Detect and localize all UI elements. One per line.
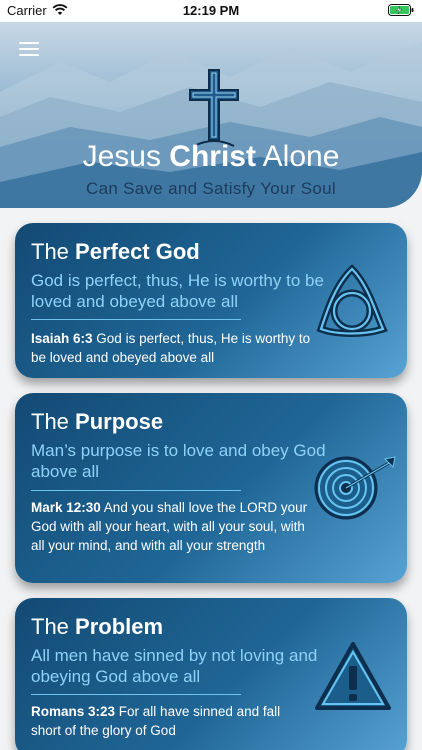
hero-subtitle: Can Save and Satisfy Your Soul bbox=[86, 179, 336, 198]
hero-title: Jesus Christ Alone bbox=[0, 140, 422, 174]
trinity-knot-icon bbox=[316, 264, 388, 337]
card-divider bbox=[31, 319, 241, 320]
hero-banner: Jesus Christ Alone Can Save and Satisfy … bbox=[0, 22, 422, 208]
hamburger-line bbox=[19, 54, 39, 56]
status-bar: Carrier 12:19 PM bbox=[0, 0, 422, 22]
card-lead: Man’s purpose is to love and obey God ab… bbox=[31, 441, 326, 481]
cross-icon bbox=[189, 69, 239, 147]
hero-title-part1: Jesus bbox=[82, 140, 170, 173]
card-problem[interactable]: The Problem All men have sinned by not l… bbox=[15, 598, 407, 750]
hamburger-line bbox=[19, 42, 39, 44]
card-title: The Perfect God bbox=[31, 239, 200, 265]
card-verse: Romans 3:23 For all have sinned and fall… bbox=[31, 702, 311, 740]
verse-reference: Isaiah 6:3 bbox=[31, 331, 93, 346]
card-title-bold: Problem bbox=[75, 614, 164, 639]
card-lead: God is perfect, thus, He is worthy to be… bbox=[31, 271, 324, 311]
card-title-prefix: The bbox=[31, 614, 76, 639]
card-title-prefix: The bbox=[31, 239, 76, 264]
card-title: The Purpose bbox=[31, 409, 163, 435]
hamburger-line bbox=[19, 48, 39, 50]
card-title-bold: Purpose bbox=[75, 409, 164, 434]
card-title-bold: Perfect God bbox=[75, 239, 200, 264]
card-divider bbox=[31, 694, 241, 695]
card-verse: Isaiah 6:3 God is perfect, thus, He is w… bbox=[31, 329, 311, 367]
verse-reference: Romans 3:23 bbox=[31, 704, 116, 719]
menu-button[interactable] bbox=[19, 42, 39, 56]
clock-time: 12:19 PM bbox=[182, 3, 240, 18]
hero-title-bold: Christ bbox=[169, 140, 256, 173]
card-title-prefix: The bbox=[31, 409, 76, 434]
card-lead: All men have sinned by not loving and ob… bbox=[31, 646, 318, 686]
warning-triangle-icon bbox=[315, 642, 391, 710]
target-arrow-icon bbox=[314, 456, 396, 520]
hero-title-part2: Alone bbox=[255, 140, 340, 173]
card-divider bbox=[31, 490, 241, 491]
battery-charging-icon bbox=[388, 4, 414, 16]
card-purpose[interactable]: The Purpose Man’s purpose is to love and… bbox=[15, 393, 407, 583]
card-title: The Problem bbox=[31, 614, 163, 640]
card-perfect-god[interactable]: The Perfect God God is perfect, thus, He… bbox=[15, 223, 407, 378]
verse-reference: Mark 12:30 bbox=[31, 500, 101, 515]
card-verse: Mark 12:30 And you shall love the LORD y… bbox=[31, 498, 311, 555]
